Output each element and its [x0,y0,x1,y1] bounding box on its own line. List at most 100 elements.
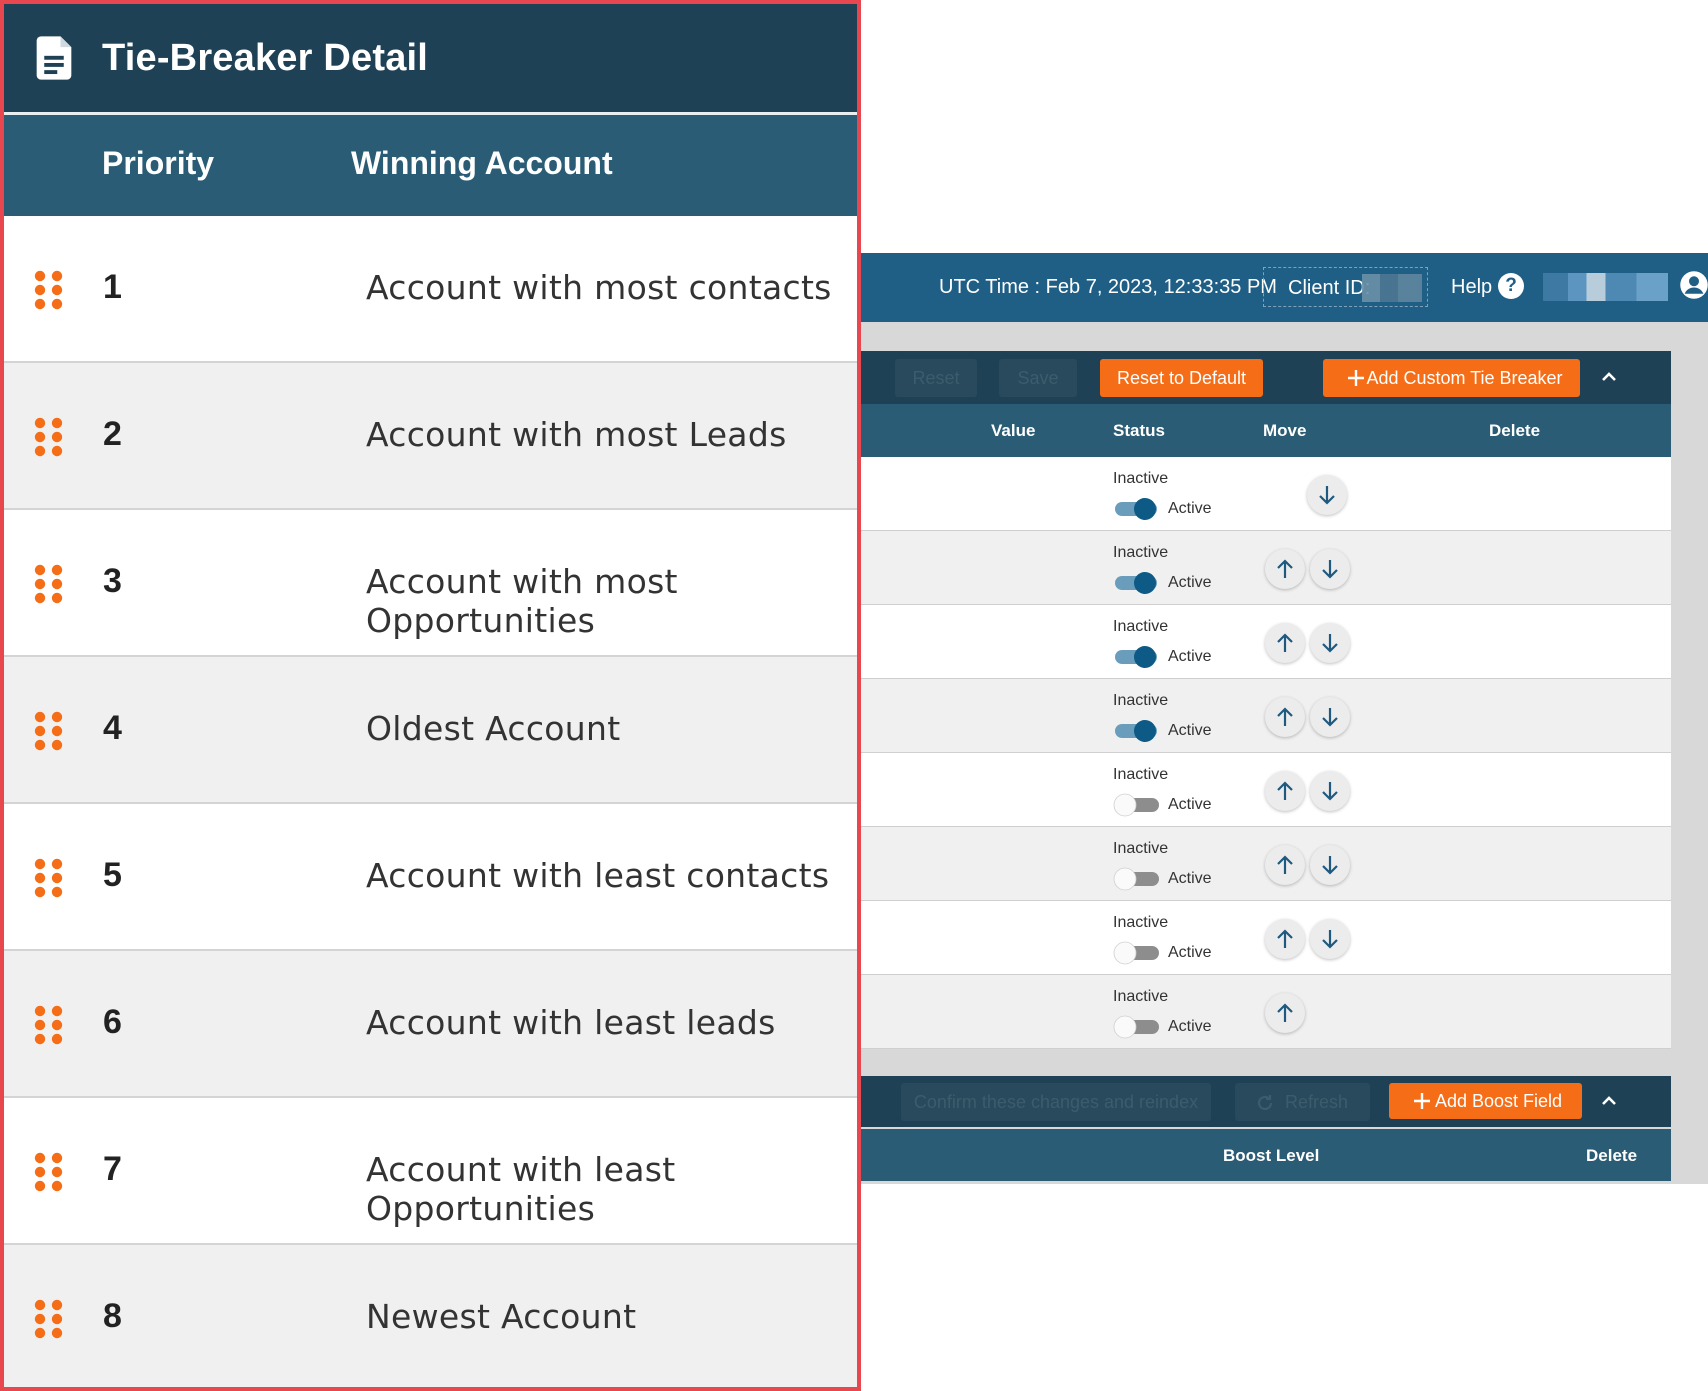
priority-row[interactable]: 5 Account with least contacts [4,804,857,951]
plus-icon [1348,370,1364,386]
utc-time: UTC Time : Feb 7, 2023, 12:33:35 PM [939,276,1277,298]
priority-row[interactable]: 1 Account with most contacts [4,216,857,363]
plus-icon [1414,1093,1430,1109]
tie-breaker-row: Inactive Active [861,901,1671,975]
inactive-label: Inactive [1113,766,1169,783]
tie-breaker-table: Inactive Active Inactive Active Inactive Acti… [861,457,1671,1049]
priority-number: 4 [103,709,122,747]
priority-row[interactable]: 3 Account with most Opportunities [4,510,857,657]
boost-column-headers: Boost Level Delete [861,1129,1671,1181]
move-down-button[interactable] [1310,549,1350,589]
winning-account-label: Account with most contacts [366,268,832,307]
drag-grip-icon[interactable] [34,1152,64,1192]
priority-row[interactable]: 6 Account with least leads [4,951,857,1098]
drag-grip-icon[interactable] [34,1005,64,1045]
tie-breaker-row: Inactive Active [861,827,1671,901]
move-up-button[interactable] [1265,623,1305,663]
move-down-button[interactable] [1310,697,1350,737]
tie-breaker-toolbar: Reset Save Reset to Default Add Custom T… [861,351,1671,404]
active-label: Active [1168,722,1212,739]
tie-breaker-row: Inactive Active [861,679,1671,753]
move-up-button[interactable] [1265,919,1305,959]
priority-row[interactable]: 7 Account with least Opportunities [4,1098,857,1245]
move-down-button[interactable] [1310,845,1350,885]
chevron-up-icon[interactable] [1598,366,1620,388]
add-boost-field-label: Add Boost Field [1434,1091,1563,1111]
reset-to-default-button[interactable]: Reset to Default [1100,359,1263,397]
winning-account-label: Account with most Opportunities [366,562,678,640]
reset-button[interactable]: Reset [895,359,977,397]
priority-row[interactable]: 4 Oldest Account [4,657,857,804]
winning-account-label: Account with most Leads [366,415,787,454]
move-up-button[interactable] [1265,771,1305,811]
winning-account-label: Account with least contacts [366,856,830,895]
active-label: Active [1168,796,1212,813]
tie-breaker-row: Inactive Active [861,753,1671,827]
priority-number: 5 [103,856,122,894]
move-up-button[interactable] [1265,697,1305,737]
table-header: Priority Winning Account [4,115,857,216]
tie-breaker-row: Inactive Active [861,605,1671,679]
document-icon [36,36,72,80]
move-down-button[interactable] [1307,475,1347,515]
help-link[interactable]: Help [1451,276,1492,299]
winning-account-label: Account with least Opportunities [366,1150,676,1228]
move-up-button[interactable] [1265,845,1305,885]
help-circle-icon[interactable]: ? [1498,273,1524,299]
drag-grip-icon[interactable] [34,417,64,457]
save-button[interactable]: Save [999,359,1077,397]
active-label: Active [1168,944,1212,961]
priority-list: 1 Account with most contacts 2 Account with… [4,216,857,1387]
priority-number: 1 [103,268,122,306]
add-boost-field-button[interactable]: Add Boost Field [1389,1083,1582,1119]
drag-grip-icon[interactable] [34,1299,64,1339]
chevron-up-icon[interactable] [1598,1090,1620,1112]
status-toggle[interactable] [1113,571,1161,595]
drag-grip-icon[interactable] [34,564,64,604]
priority-row[interactable]: 8 Newest Account [4,1245,857,1387]
move-up-button[interactable] [1265,993,1305,1033]
priority-number: 6 [103,1003,122,1041]
refresh-label: Refresh [1284,1092,1349,1112]
column-header-boost-level: Boost Level [1223,1146,1320,1165]
move-up-button[interactable] [1265,549,1305,589]
status-toggle[interactable] [1113,719,1161,743]
status-toggle[interactable] [1113,793,1161,817]
drag-grip-icon[interactable] [34,270,64,310]
priority-number: 3 [103,562,122,600]
status-toggle[interactable] [1113,867,1161,891]
tie-breaker-row: Inactive Active [861,457,1671,531]
winning-account-label: Oldest Account [366,709,621,748]
active-label: Active [1168,500,1212,517]
move-down-button[interactable] [1310,771,1350,811]
drag-grip-icon[interactable] [34,711,64,751]
priority-row[interactable]: 2 Account with most Leads [4,363,857,510]
client-id-label: Client ID: [1288,277,1371,299]
status-toggle[interactable] [1113,1015,1161,1039]
priority-number: 7 [103,1150,122,1188]
tie-breaker-row: Inactive Active [861,975,1671,1049]
priority-number: 8 [103,1297,122,1335]
user-circle-icon[interactable] [1679,270,1708,300]
refresh-button[interactable]: Refresh [1235,1083,1370,1121]
move-down-button[interactable] [1310,623,1350,663]
drag-grip-icon[interactable] [34,858,64,898]
panel-title: Tie-Breaker Detail [102,36,429,79]
inactive-label: Inactive [1113,692,1169,709]
boost-toolbar: Confirm these changes and reindex Refres… [861,1076,1671,1127]
status-toggle[interactable] [1113,497,1161,521]
client-id-redacted [1362,274,1422,302]
column-header-winning-account: Winning Account [351,145,613,181]
tie-breaker-row: Inactive Active [861,531,1671,605]
status-toggle[interactable] [1113,645,1161,669]
inactive-label: Inactive [1113,618,1169,635]
inactive-label: Inactive [1113,988,1169,1005]
confirm-reindex-button[interactable]: Confirm these changes and reindex [901,1083,1211,1121]
add-custom-tie-breaker-button[interactable]: Add Custom Tie Breaker [1323,359,1580,397]
column-header-move: Move [1263,421,1307,440]
inactive-label: Inactive [1113,914,1169,931]
move-down-button[interactable] [1310,919,1350,959]
status-toggle[interactable] [1113,941,1161,965]
client-id-box: Client ID: [1263,267,1428,307]
top-bar: UTC Time : Feb 7, 2023, 12:33:35 PM Clie… [861,253,1708,322]
